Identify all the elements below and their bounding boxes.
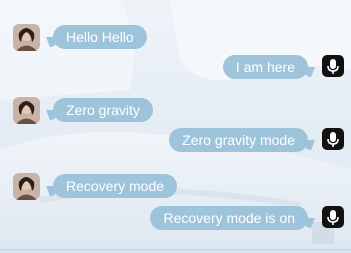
avatar [13,173,40,200]
microphone-icon[interactable] [322,206,344,228]
microphone-icon[interactable] [322,128,344,150]
chat-bubble-received: Zero gravity [53,98,153,122]
chat-bubble-sent: Zero gravity mode [169,128,308,152]
avatar [13,24,40,51]
bottom-divider [0,249,351,251]
avatar [13,97,40,124]
microphone-icon[interactable] [322,55,344,77]
chat-bubble-received: Hello Hello [53,25,147,49]
chat-bubble-received: Recovery mode [53,174,178,198]
chat-bubble-sent: Recovery mode is on [150,206,308,230]
chat-bubble-sent: I am here [222,55,308,79]
